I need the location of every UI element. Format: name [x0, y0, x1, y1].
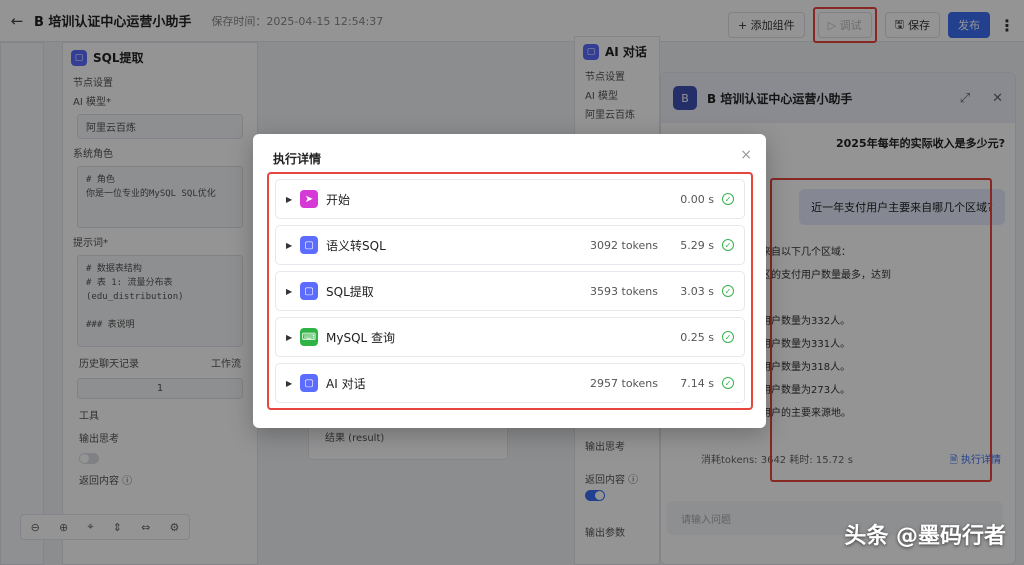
step-name: 语义转SQL — [326, 238, 386, 253]
modal-title: 执行详情 — [273, 152, 322, 166]
success-check-icon: ✓ — [722, 193, 734, 205]
exec-step-row[interactable]: ▶ ⌨ MySQL 查询 0.25 s ✓ — [275, 317, 745, 357]
step-tokens: 3593 tokens — [590, 284, 658, 298]
step-list: ▶ ➤ 开始 0.00 s ✓ ▶ ▢ 语义转SQL 3092 tokens 5.29 s ✓ ▶ ▢ S… — [267, 172, 753, 410]
expand-caret-icon[interactable]: ▶ — [286, 333, 300, 342]
step-name: AI 对话 — [326, 376, 366, 391]
step-time: 3.03 s — [680, 284, 714, 298]
step-name: SQL提取 — [326, 284, 374, 299]
step-node-icon: ⌨ — [300, 328, 318, 346]
exec-step-row[interactable]: ▶ ▢ AI 对话 2957 tokens 7.14 s ✓ — [275, 363, 745, 403]
exec-detail-modal: 执行详情 × ▶ ➤ 开始 0.00 s ✓ ▶ ▢ 语义转SQL 3092 tokens 5.2… — [253, 134, 766, 428]
expand-caret-icon[interactable]: ▶ — [286, 195, 300, 204]
step-name: 开始 — [326, 192, 351, 207]
expand-caret-icon[interactable]: ▶ — [286, 241, 300, 250]
exec-step-row[interactable]: ▶ ▢ SQL提取 3593 tokens 3.03 s ✓ — [275, 271, 745, 311]
expand-caret-icon[interactable]: ▶ — [286, 379, 300, 388]
success-check-icon: ✓ — [722, 331, 734, 343]
modal-close-icon[interactable]: × — [740, 147, 752, 163]
expand-caret-icon[interactable]: ▶ — [286, 287, 300, 296]
step-node-icon: ▢ — [300, 282, 318, 300]
step-time: 0.00 s — [680, 192, 714, 206]
watermark: 头条 @墨码行者 — [844, 524, 1006, 549]
step-node-icon: ▢ — [300, 374, 318, 392]
step-tokens: 3092 tokens — [590, 238, 658, 252]
step-node-icon: ▢ — [300, 236, 318, 254]
success-check-icon: ✓ — [722, 377, 734, 389]
step-time: 7.14 s — [680, 376, 714, 390]
exec-step-row[interactable]: ▶ ➤ 开始 0.00 s ✓ — [275, 179, 745, 219]
step-time: 5.29 s — [680, 238, 714, 252]
success-check-icon: ✓ — [722, 239, 734, 251]
step-node-icon: ➤ — [300, 190, 318, 208]
step-tokens: 2957 tokens — [590, 376, 658, 390]
step-name: MySQL 查询 — [326, 330, 396, 345]
success-check-icon: ✓ — [722, 285, 734, 297]
step-time: 0.25 s — [680, 330, 714, 344]
exec-step-row[interactable]: ▶ ▢ 语义转SQL 3092 tokens 5.29 s ✓ — [275, 225, 745, 265]
